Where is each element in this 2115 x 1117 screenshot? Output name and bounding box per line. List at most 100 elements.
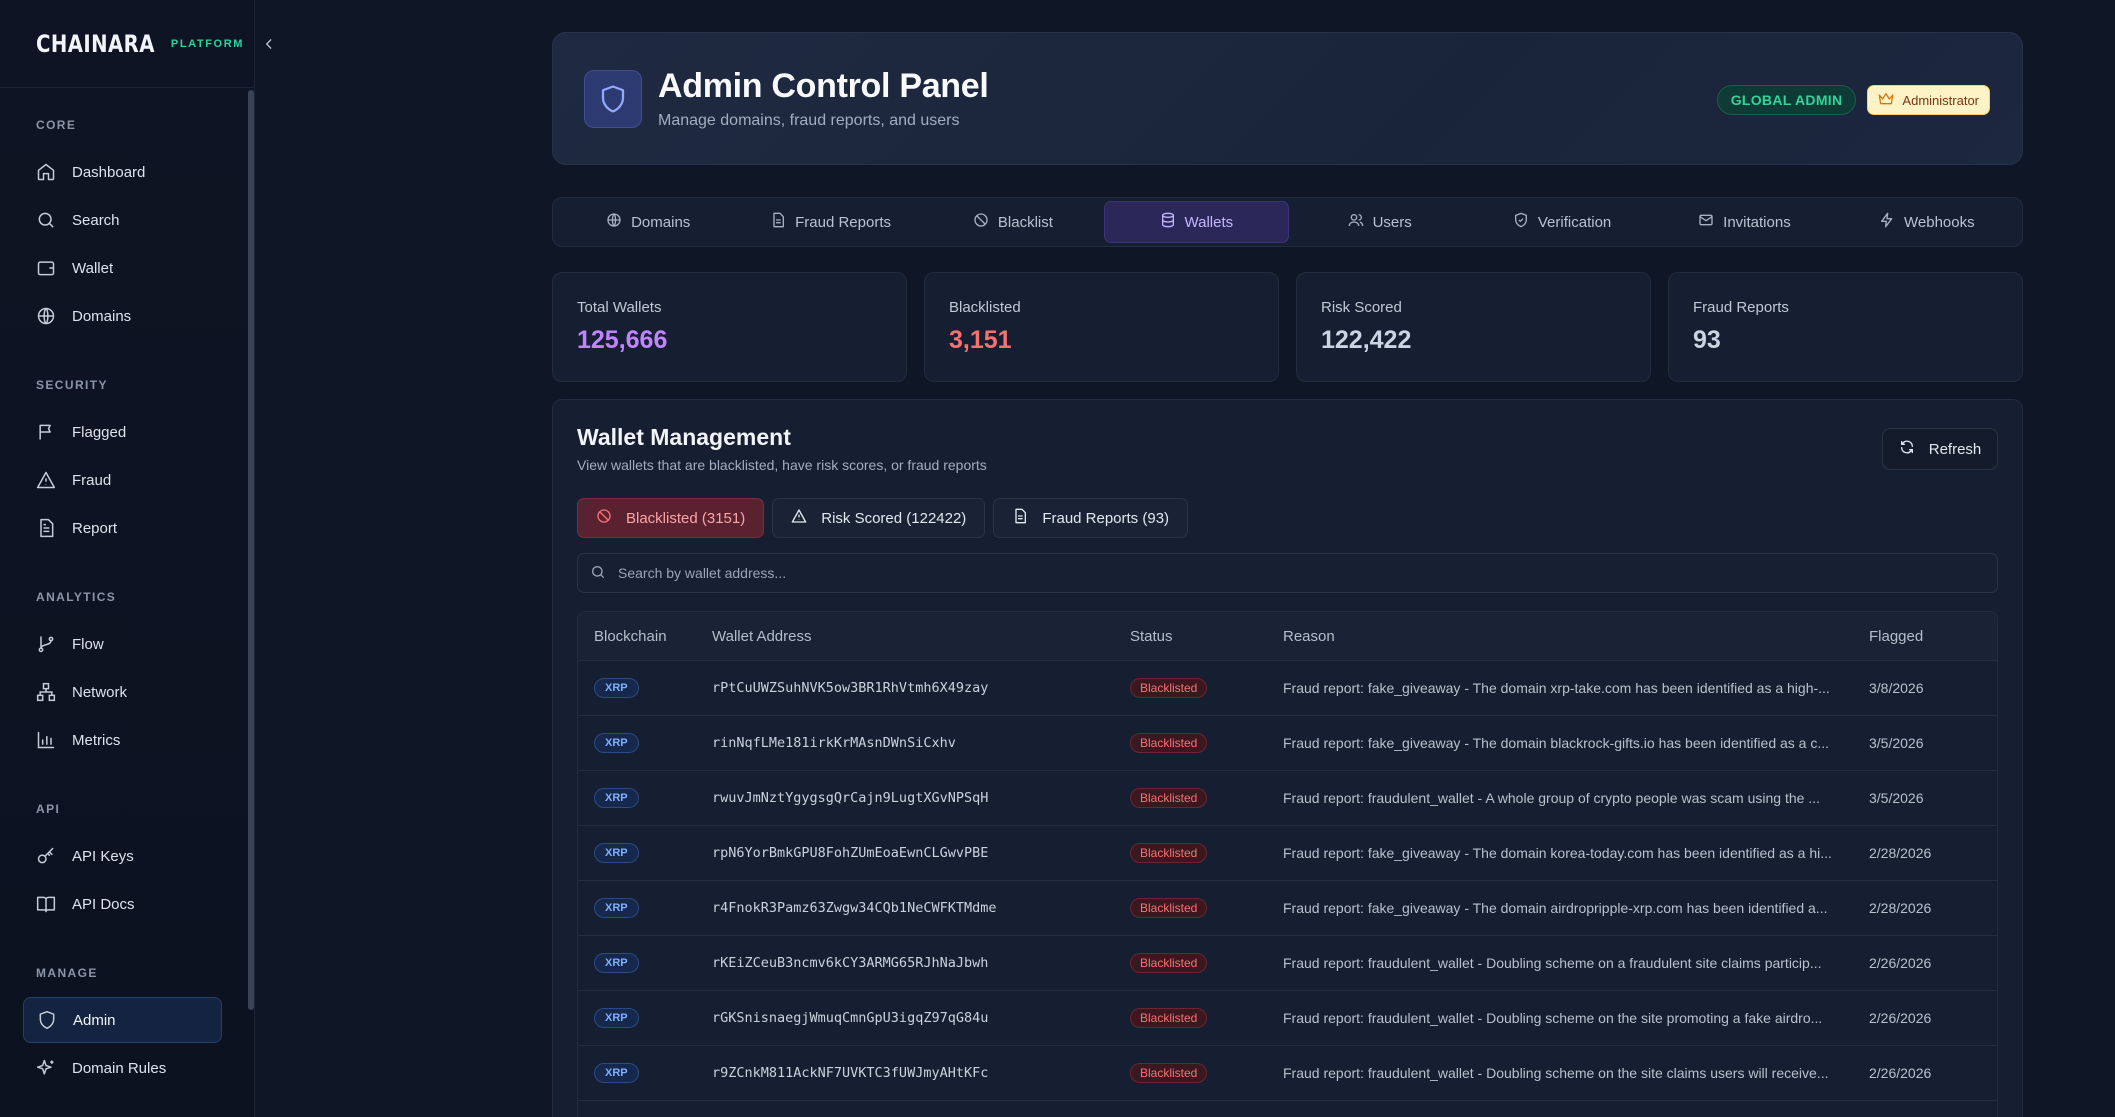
flagged-date: 2/28/2026 xyxy=(1869,900,1932,916)
chain-badge: XRP xyxy=(594,788,639,808)
flagged-date: 3/5/2026 xyxy=(1869,735,1924,751)
sidebar-item-fraud[interactable]: Fraud xyxy=(23,457,222,503)
alert-triangle-icon xyxy=(36,470,56,490)
sidebar-item-label: API Keys xyxy=(72,847,134,865)
chain-badge: XRP xyxy=(594,1008,639,1028)
sidebar-item-domain-rules[interactable]: Domain Rules xyxy=(23,1045,222,1091)
sidebar-item-label: Flagged xyxy=(72,423,127,441)
stat-value: 122,422 xyxy=(1321,326,1412,354)
sidebar-item-dashboard[interactable]: Dashboard xyxy=(23,149,222,195)
file-text-icon xyxy=(36,518,56,538)
flagged-date: 2/26/2026 xyxy=(1869,955,1932,971)
page-header: Admin Control Panel Manage domains, frau… xyxy=(552,32,2023,165)
stat-label: Fraud Reports xyxy=(1693,299,1789,316)
column-header-status[interactable]: Status xyxy=(1130,628,1283,645)
sparkles-icon xyxy=(36,1058,56,1078)
wallet-address: rKEiZCeuB3ncmv6kCY3ARMG65RJhNaJbwh xyxy=(712,955,989,971)
sidebar-item-label: Wallet xyxy=(72,259,114,277)
filter-label: Risk Scored (122422) xyxy=(821,509,967,527)
table-row[interactable]: XRP rpN6YorBmkGPU8FohZUmEoaEwnCLGwvPBE B… xyxy=(578,825,1997,880)
tab-label: Invitations xyxy=(1723,213,1791,231)
sidebar-item-label: Search xyxy=(72,211,120,229)
globe-icon xyxy=(606,212,622,232)
stat-value: 93 xyxy=(1693,326,1721,354)
filter-fraud-reports[interactable]: Fraud Reports (93) xyxy=(993,498,1189,538)
nav-section-core: CORE xyxy=(36,118,77,132)
chain-badge: XRP xyxy=(594,953,639,973)
sidebar-item-report[interactable]: Report xyxy=(23,505,222,551)
book-icon xyxy=(36,894,56,914)
shield-icon xyxy=(37,1010,57,1030)
nav-section-manage: MANAGE xyxy=(36,966,98,980)
tab-webhooks[interactable]: Webhooks xyxy=(1836,201,2018,243)
wallet-icon xyxy=(36,258,56,278)
table-header: Blockchain Wallet Address Status Reason … xyxy=(578,612,1997,660)
flagged-date: 2/26/2026 xyxy=(1869,1010,1932,1026)
file-text-icon xyxy=(1012,508,1028,528)
nav-section-security: SECURITY xyxy=(36,378,108,392)
sidebar-item-label: Flow xyxy=(72,635,104,653)
stat-label: Risk Scored xyxy=(1321,299,1402,316)
sidebar-item-admin[interactable]: Admin xyxy=(23,997,222,1043)
column-header-blockchain[interactable]: Blockchain xyxy=(578,628,712,645)
table-row-partial[interactable] xyxy=(578,1100,1997,1117)
status-badge: Blacklisted xyxy=(1130,1063,1208,1083)
chain-badge: XRP xyxy=(594,1063,639,1083)
column-header-reason[interactable]: Reason xyxy=(1283,628,1869,645)
sidebar: CHAINARA PLATFORM CORE Dashboard Search … xyxy=(0,0,272,1117)
table-row[interactable]: XRP rGKSnisnaegjWmuqCmnGpU3igqZ97qG84u B… xyxy=(578,990,1997,1045)
tab-users[interactable]: Users xyxy=(1289,201,1471,243)
sidebar-item-search[interactable]: Search xyxy=(23,197,222,243)
tab-verification[interactable]: Verification xyxy=(1471,201,1653,243)
stat-blacklisted: Blacklisted 3,151 xyxy=(924,272,1279,382)
sidebar-item-flow[interactable]: Flow xyxy=(23,621,222,667)
filter-risk-scored[interactable]: Risk Scored (122422) xyxy=(772,498,986,538)
chain-badge: XRP xyxy=(594,678,639,698)
wallet-address: rPtCuUWZSuhNVK5ow3BR1RhVtmh6X49zay xyxy=(712,680,989,696)
brand-platform-label: PLATFORM xyxy=(170,37,245,50)
sidebar-item-network[interactable]: Network xyxy=(23,669,222,715)
collapse-sidebar-icon[interactable] xyxy=(262,36,276,52)
sidebar-item-flagged[interactable]: Flagged xyxy=(23,409,222,455)
role-badge: Administrator xyxy=(1867,85,1990,115)
tab-wallets[interactable]: Wallets xyxy=(1104,201,1289,243)
refresh-button[interactable]: Refresh xyxy=(1882,428,1998,470)
sidebar-item-wallet[interactable]: Wallet xyxy=(23,245,222,291)
stat-value: 3,151 xyxy=(949,326,1012,354)
status-badge: Blacklisted xyxy=(1130,678,1208,698)
sidebar-scrollbar[interactable] xyxy=(248,90,254,1010)
stat-fraud-reports: Fraud Reports 93 xyxy=(1668,272,2023,382)
table-row[interactable]: XRP rPtCuUWZSuhNVK5ow3BR1RhVtmh6X49zay B… xyxy=(578,660,1997,715)
tab-domains[interactable]: Domains xyxy=(557,201,739,243)
table-row[interactable]: XRP rwuvJmNztYgygsgQrCajn9LugtXGvNPSqH B… xyxy=(578,770,1997,825)
stat-risk-scored: Risk Scored 122,422 xyxy=(1296,272,1651,382)
chain-badge: XRP xyxy=(594,843,639,863)
tab-fraud-reports[interactable]: Fraud Reports xyxy=(739,201,921,243)
refresh-icon xyxy=(1899,439,1915,459)
page-title: Admin Control Panel xyxy=(658,67,989,105)
table-row[interactable]: XRP r4FnokR3Pamz63Zwgw34CQb1NeCWFKTMdme … xyxy=(578,880,1997,935)
tab-invitations[interactable]: Invitations xyxy=(1653,201,1835,243)
sidebar-item-api-keys[interactable]: API Keys xyxy=(23,833,222,879)
reason-text: Fraud report: fraudulent_wallet - Doubli… xyxy=(1283,1010,1823,1026)
sidebar-item-label: Report xyxy=(72,519,118,537)
wallet-search-input[interactable]: Search by wallet address... xyxy=(577,553,1998,593)
panel-subtitle: View wallets that are blacklisted, have … xyxy=(577,457,987,473)
sidebar-item-label: Network xyxy=(72,683,128,701)
table-row[interactable]: XRP rinNqfLMe181irkKrMAsnDWnSiCxhv Black… xyxy=(578,715,1997,770)
sidebar-nav: CORE Dashboard Search Wallet Domains SEC… xyxy=(0,88,245,1117)
tab-blacklist[interactable]: Blacklist xyxy=(922,201,1104,243)
filter-blacklisted[interactable]: Blacklisted (3151) xyxy=(577,498,765,538)
status-badge: Blacklisted xyxy=(1130,1008,1208,1028)
column-header-flagged[interactable]: Flagged xyxy=(1869,628,1997,645)
column-header-wallet-address[interactable]: Wallet Address xyxy=(712,628,1130,645)
admin-tabs: Domains Fraud Reports Blacklist Wallets … xyxy=(552,197,2023,247)
wallet-address: rinNqfLMe181irkKrMAsnDWnSiCxhv xyxy=(712,735,956,751)
sidebar-item-label: API Docs xyxy=(72,895,135,913)
table-row[interactable]: XRP r9ZCnkM811AckNF7UVKTC3fUWJmyAHtKFc B… xyxy=(578,1045,1997,1100)
reason-text: Fraud report: fake_giveaway - The domain… xyxy=(1283,900,1828,916)
table-row[interactable]: XRP rKEiZCeuB3ncmv6kCY3ARMG65RJhNaJbwh B… xyxy=(578,935,1997,990)
sidebar-item-domains[interactable]: Domains xyxy=(23,293,222,339)
sidebar-item-metrics[interactable]: Metrics xyxy=(23,717,222,763)
sidebar-item-api-docs[interactable]: API Docs xyxy=(23,881,222,927)
